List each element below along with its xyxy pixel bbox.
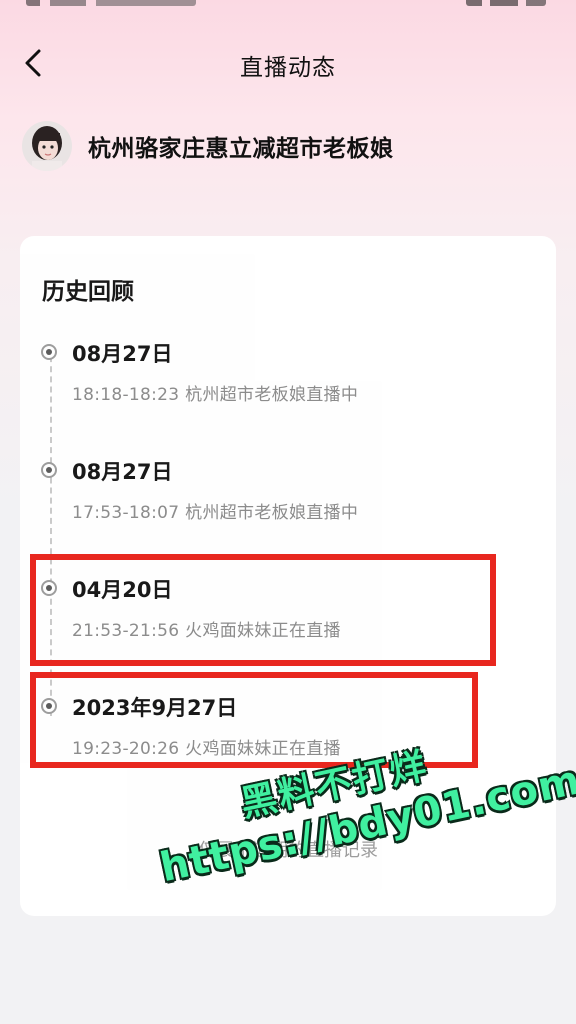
entry-title: 杭州超市老板娘直播中 <box>185 503 359 523</box>
timeline-dot-icon <box>41 462 57 478</box>
section-title: 历史回顾 <box>42 279 134 305</box>
top-bar: 直播动态 <box>0 34 576 94</box>
entry-date: 08月27日 <box>72 460 173 484</box>
entry-title: 杭州超市老板娘直播中 <box>185 385 359 405</box>
status-bar <box>0 0 576 14</box>
status-icons <box>466 0 546 6</box>
profile-name: 杭州骆家庄惠立减超市老板娘 <box>88 136 394 162</box>
history-entry[interactable]: 08月27日 17:53-18:07 杭州超市老板娘直播中 <box>20 452 556 532</box>
footer-note: 仅展示近期的直播记录 <box>198 840 378 861</box>
highlight-box <box>30 554 496 666</box>
history-entry[interactable]: 08月27日 18:18-18:23 杭州超市老板娘直播中 <box>20 334 556 414</box>
highlight-box <box>30 672 478 768</box>
entry-date: 08月27日 <box>72 342 173 366</box>
profile-row[interactable]: 杭州骆家庄惠立减超市老板娘 <box>22 120 556 172</box>
entry-time: 17:53-18:07 <box>72 503 180 523</box>
entry-desc: 17:53-18:07 杭州超市老板娘直播中 <box>72 498 358 523</box>
timeline-dot-icon <box>41 344 57 360</box>
avatar[interactable] <box>22 121 72 171</box>
entry-time: 18:18-18:23 <box>72 385 180 405</box>
status-time <box>26 0 196 6</box>
page-title: 直播动态 <box>240 55 336 81</box>
entry-desc: 18:18-18:23 杭州超市老板娘直播中 <box>72 380 358 405</box>
